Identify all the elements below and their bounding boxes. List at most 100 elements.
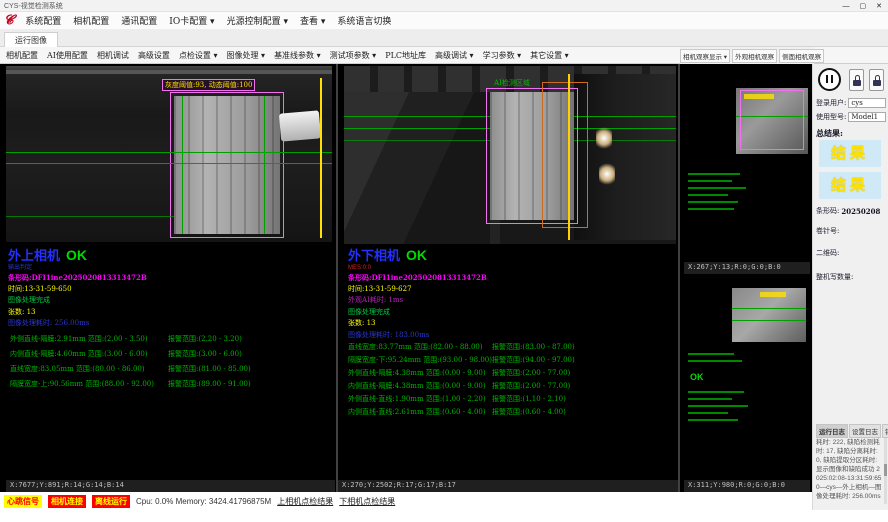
camera-name: 外下相机 bbox=[348, 249, 400, 264]
tool-image-process[interactable]: 图像处理 ▾ bbox=[227, 50, 266, 61]
login-user-label: 登录用户: bbox=[816, 98, 846, 108]
login-user-field[interactable]: cys bbox=[848, 98, 886, 108]
measure-line bbox=[6, 216, 174, 217]
warn-range: 报警范围:(83.00 - 87.00) bbox=[492, 342, 575, 352]
key-button[interactable] bbox=[869, 69, 884, 91]
left-result-block: 外上相机OK 输出判定 条形码:DFI1ine2025020813313472B… bbox=[8, 248, 338, 330]
model-row: 使用型号: Model1 bbox=[816, 112, 886, 122]
tool-learn-params[interactable]: 学习参数 ▾ bbox=[483, 50, 522, 61]
menu-view[interactable]: 查看 ▾ bbox=[300, 14, 325, 27]
middle-measurements: 直线宽度:83.77mm 范围:(82.00 - 88.00) 报警范围:(83.… bbox=[348, 342, 678, 420]
camera-observe-dropdown[interactable]: 相机观察显示 ▾ bbox=[680, 49, 730, 63]
menu-language-switch[interactable]: 系统语言切换 bbox=[337, 14, 391, 27]
top-camera-check-link[interactable]: 上相机点检结果 bbox=[277, 496, 333, 507]
measure-line-vertical bbox=[182, 96, 183, 234]
menu-system-config[interactable]: 系统配置 bbox=[25, 14, 61, 27]
middle-status: 图像处理完成 bbox=[348, 307, 678, 319]
left-barcode: 条形码:DFI1ine2025020813313472B bbox=[8, 272, 338, 284]
middle-count: 张数: 13 bbox=[348, 318, 678, 330]
warn-range: 报警范围:(2.00 - 77.00) bbox=[492, 368, 570, 378]
warn-range: 报警范围:(89.00 - 91.00) bbox=[168, 379, 251, 389]
measure-value: 外侧直线-隔膜:2.91mm 范围:(2.00 - 3.50) bbox=[10, 335, 148, 343]
menu-io-config[interactable]: IO卡配置 ▾ bbox=[169, 14, 214, 27]
measure-value: 外侧直线-隔膜:4.38mm 范围:(0.00 - 9.00) bbox=[348, 369, 486, 377]
key-icon bbox=[873, 80, 881, 86]
close-icon[interactable]: ✕ bbox=[876, 2, 882, 10]
heartbeat-badge: 心跳信号 bbox=[4, 495, 42, 508]
reflection-spot bbox=[596, 126, 612, 150]
measure-row: 外侧直线-直线:1.90mm 范围:(1.00 - 2.20)报警范围:(1.1… bbox=[348, 394, 678, 407]
app-window: CYS-视觉检测系统 — ▢ ✕ 𝓒 系统配置 相机配置 通讯配置 IO卡配置 … bbox=[0, 0, 888, 522]
scrollbar-thumb[interactable] bbox=[884, 464, 887, 476]
log-scrollbar[interactable] bbox=[884, 438, 887, 504]
cpu-memory-status: Cpu: 0.0% Memory: 3424.41796875M bbox=[136, 497, 271, 506]
measure-row: 外侧直线-隔膜:2.91mm 范围:(2.00 - 3.50)报警范围:(2.2… bbox=[10, 334, 330, 349]
menu-comm-config[interactable]: 通讯配置 bbox=[121, 14, 157, 27]
lock-icon bbox=[853, 80, 861, 86]
lock-button[interactable] bbox=[849, 69, 864, 91]
tab-side-camera[interactable]: 侧面相机观察 bbox=[779, 49, 824, 63]
menu-light-config[interactable]: 光源控制配置 ▾ bbox=[227, 14, 288, 27]
left-time: 时间:13-31-59-650 bbox=[8, 284, 338, 296]
model-field[interactable]: Model1 bbox=[848, 112, 886, 122]
result-box-bottom: 结果 bbox=[819, 172, 881, 199]
result-box-top: 结果 bbox=[819, 140, 881, 167]
tool-camera-debug[interactable]: 相机调试 bbox=[97, 50, 129, 61]
tab-setting-log[interactable]: 设置日志 bbox=[849, 424, 881, 438]
thumbnail-image bbox=[732, 288, 806, 342]
thumbnail-top[interactable] bbox=[684, 72, 810, 262]
tab-appearance-camera[interactable]: 外观相机观察 bbox=[732, 49, 777, 63]
tool-advanced-debug[interactable]: 高级调试 ▾ bbox=[435, 50, 474, 61]
tool-other-settings[interactable]: 其它设置 ▾ bbox=[530, 50, 569, 61]
menu-camera-config[interactable]: 相机配置 bbox=[73, 14, 109, 27]
qr-row: 二维码: bbox=[816, 248, 886, 258]
warn-range: 报警范围:(2.00 - 77.00) bbox=[492, 381, 570, 391]
total-result-label: 总结果: bbox=[816, 128, 843, 139]
offline-run-badge: 离线运行 bbox=[92, 495, 130, 508]
measure-row: 直线宽度:83.77mm 范围:(82.00 - 88.00) 报警范围:(83.… bbox=[348, 342, 678, 355]
measure-value: 直线宽度:83.77mm 范围:(82.00 - 88.00) bbox=[348, 343, 483, 351]
thumb-result-ok: OK bbox=[690, 372, 704, 382]
reflection-spot bbox=[599, 162, 615, 186]
tool-test-params[interactable]: 测试项参数 ▾ bbox=[330, 50, 377, 61]
thumb-bottom-pixel-coords: X:311;Y:980;R:0;G:0;B:0 bbox=[684, 480, 810, 492]
tool-baseline-params[interactable]: 基准线参数 ▾ bbox=[274, 50, 321, 61]
middle-camera-image[interactable]: AI检测区域 bbox=[344, 66, 676, 244]
tab-run-log[interactable]: 运行日志 bbox=[816, 424, 848, 438]
warn-range: 报警范围:(81.00 - 85.00) bbox=[168, 364, 251, 374]
measure-line bbox=[6, 163, 332, 164]
left-camera-image[interactable]: 灰度阈值:93, 动态阈值:100 bbox=[6, 66, 332, 242]
camera-connect-badge: 相机连接 bbox=[48, 495, 86, 508]
thumbnail-bottom[interactable]: OK bbox=[684, 278, 810, 480]
measure-row: 内侧直线-直线:2.61mm 范围:(0.60 - 4.00) 报警范围:(0.6… bbox=[348, 407, 678, 420]
maximize-icon[interactable]: ▢ bbox=[860, 2, 867, 10]
tool-camera-config[interactable]: 相机配置 bbox=[6, 50, 38, 61]
tab-run-image[interactable]: 运行图像 bbox=[4, 32, 58, 47]
thumb-top-pixel-coords: X:267;Y:13;R:0;G:0;B:0 bbox=[684, 262, 810, 274]
barcode-row: 条形码: 20250208 bbox=[816, 206, 886, 216]
measure-line bbox=[732, 320, 806, 321]
middle-elapsed: 图像处理耗时: 183.00ms bbox=[348, 330, 678, 342]
pause-button[interactable] bbox=[818, 68, 841, 91]
tool-plc-address[interactable]: PLC地址库 bbox=[385, 50, 426, 61]
tab-error-log[interactable]: 错误日志 bbox=[882, 424, 888, 438]
tool-spot-check[interactable]: 点检设置 ▾ bbox=[179, 50, 218, 61]
measure-value: 直线宽度:83.05mm 范围:(80.00 - 86.00) bbox=[10, 365, 145, 373]
thumb-measure-lines bbox=[684, 386, 748, 421]
minimize-icon[interactable]: — bbox=[843, 3, 850, 10]
bottom-camera-check-link[interactable]: 下相机点检结果 bbox=[339, 496, 395, 507]
threshold-overlay-text: 灰度阈值:93, 动态阈值:100 bbox=[162, 79, 255, 91]
left-camera-title: 外上相机OK bbox=[8, 248, 338, 264]
menu-bar: 𝓒 系统配置 相机配置 通讯配置 IO卡配置 ▾ 光源控制配置 ▾ 查看 ▾ 系… bbox=[0, 12, 888, 30]
roi-box-magenta bbox=[170, 92, 284, 238]
left-pixel-coords: X:7677;Y:891;R:14;G:14;B:14 bbox=[6, 480, 335, 492]
tool-ai-use-config[interactable]: AI使用配置 bbox=[47, 50, 88, 61]
measure-value: 内侧直线-直线:2.61mm 范围:(0.60 - 4.00) bbox=[348, 408, 486, 416]
measure-value: 内侧直线-隔膜:4.60mm 范围:(3.00 - 6.00) bbox=[10, 350, 148, 358]
measure-row: 隔膜宽度-上:90.56mm 范围:(88.00 - 92.00) 报警范围:(8… bbox=[10, 379, 330, 394]
tool-advanced-settings[interactable]: 高级设置 bbox=[138, 50, 170, 61]
warn-range: 报警范围:(0.60 - 4.00) bbox=[492, 407, 566, 417]
measure-value: 隔膜宽度-上:90.56mm 范围:(88.00 - 92.00) bbox=[10, 380, 154, 388]
warn-range: 报警范围:(3.00 - 6.00) bbox=[168, 349, 242, 359]
title-bar: CYS-视觉检测系统 bbox=[0, 0, 888, 12]
